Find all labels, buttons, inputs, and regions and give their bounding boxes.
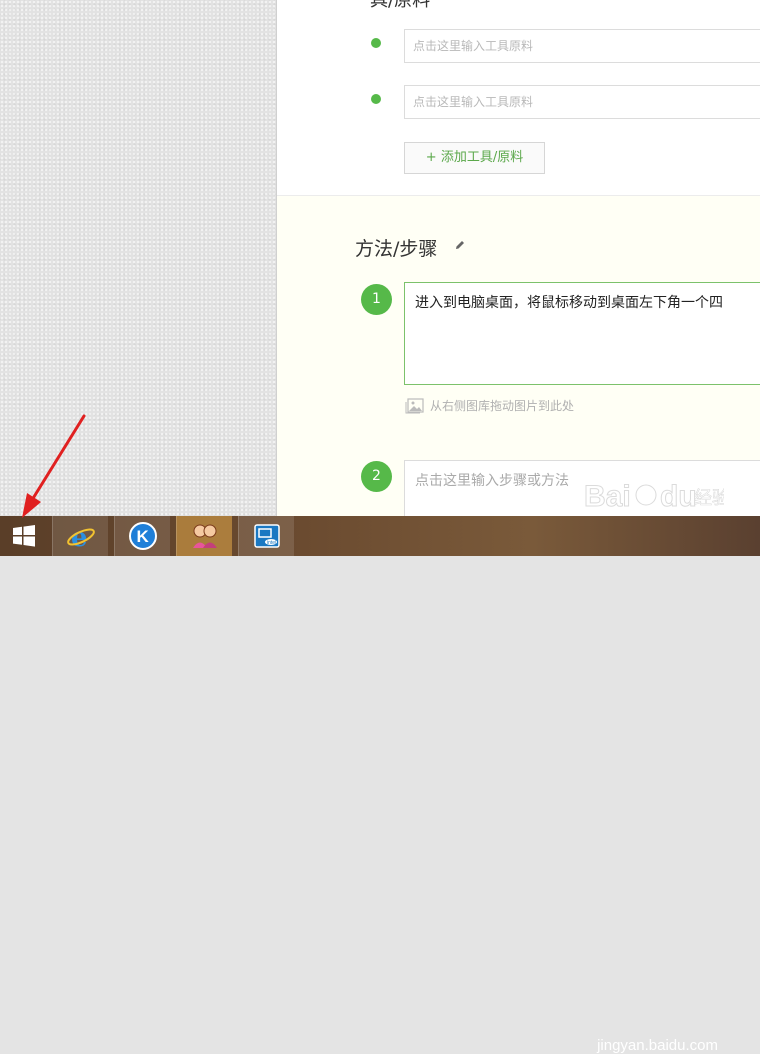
tool-input-2[interactable] (404, 85, 760, 119)
bullet-dot (371, 94, 381, 104)
baidu-jingyan-logo: Bai du 经验 (584, 480, 724, 514)
taskbar-app-kugou[interactable]: K (114, 516, 170, 556)
taskbar-app-intel[interactable]: intel (238, 516, 294, 556)
image-icon (405, 397, 424, 413)
kugou-music-icon: K (128, 522, 157, 550)
windows-logo-icon (13, 525, 35, 547)
pencil-icon[interactable] (454, 239, 466, 251)
bullet-dot (371, 38, 381, 48)
taskbar-app-qq[interactable] (176, 516, 232, 556)
svg-text:intel: intel (267, 540, 276, 546)
internet-explorer-icon: e (66, 523, 95, 551)
steps-section-title: 方法/步骤 (355, 238, 438, 260)
tools-section-title: 具/原料 (370, 0, 431, 11)
step-number-1: 1 (361, 284, 392, 315)
tool-input-1[interactable] (404, 29, 760, 63)
windows-taskbar: e K intel jingyan.baidu.com (0, 516, 760, 1054)
image-drop-hint: 从右侧图库拖动图片到此处 (405, 397, 574, 414)
desktop-background (0, 0, 277, 516)
step-number-2: 2 (361, 461, 392, 492)
svg-text:du: du (660, 480, 697, 513)
intel-widi-icon: intel (253, 524, 280, 548)
add-tool-button[interactable]: + 添加工具/原料 (404, 142, 545, 174)
svg-text:经验: 经验 (694, 488, 724, 509)
step-1-editor[interactable]: 进入到电脑桌面，将鼠标移动到桌面左下角一个四 (404, 282, 760, 385)
svg-text:e: e (71, 523, 88, 551)
svg-text:K: K (136, 527, 149, 546)
start-button[interactable] (0, 516, 48, 556)
svg-text:Bai: Bai (584, 480, 631, 513)
taskbar-app-ie[interactable]: e (52, 516, 108, 556)
drag-hint-text: 从右侧图库拖动图片到此处 (430, 399, 575, 413)
users-icon (192, 524, 217, 548)
watermark-url: jingyan.baidu.com (597, 1037, 718, 1054)
